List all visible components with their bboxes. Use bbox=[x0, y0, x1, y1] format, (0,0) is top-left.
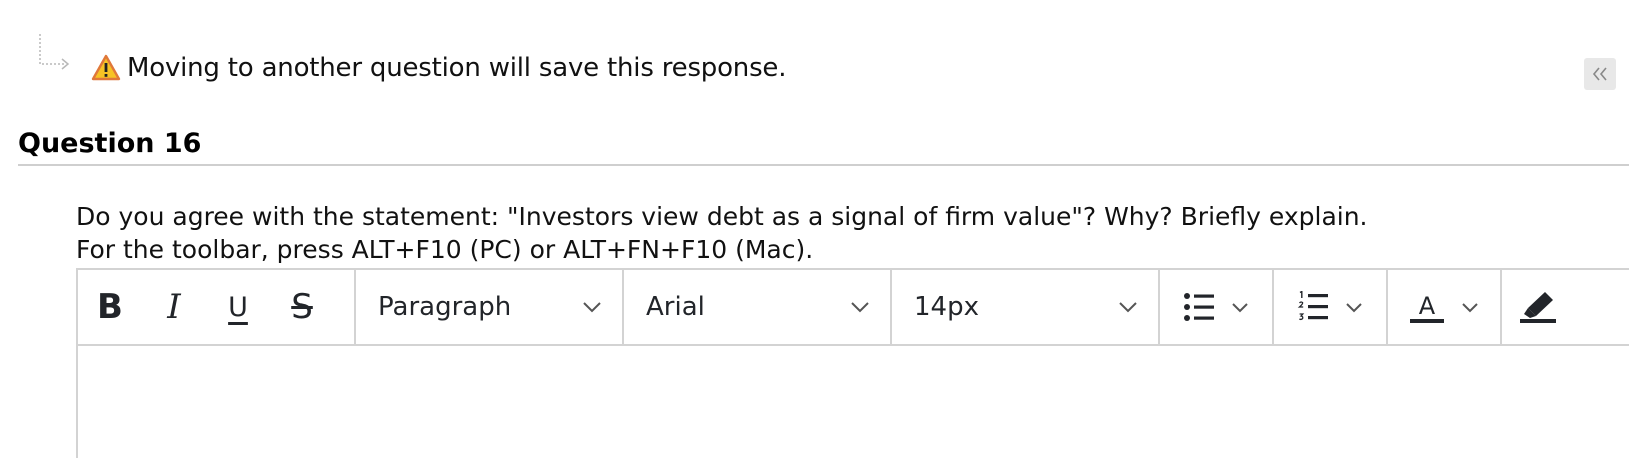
chevron-down-icon bbox=[1346, 302, 1362, 312]
bullet-list-icon bbox=[1184, 293, 1214, 321]
underline-button[interactable]: U bbox=[206, 270, 270, 344]
warning-icon bbox=[91, 54, 121, 81]
highlight-marker-icon bbox=[1520, 292, 1556, 323]
text-color-glyph: A bbox=[1419, 292, 1436, 320]
chevron-down-icon bbox=[851, 302, 869, 313]
question-text: Do you agree with the statement: "Invest… bbox=[76, 202, 1368, 231]
rich-text-editor: B I U S Paragraph Arial 14px A bbox=[76, 268, 1629, 458]
numbered-list-button[interactable] bbox=[1274, 270, 1388, 344]
chevron-down-icon bbox=[583, 302, 601, 313]
save-notice-text: Moving to another question will save thi… bbox=[127, 53, 787, 83]
bold-button[interactable]: B bbox=[78, 270, 142, 344]
toolbar-hint: For the toolbar, press ALT+F10 (PC) or A… bbox=[76, 235, 814, 264]
connector-arrow-icon bbox=[39, 34, 70, 70]
font-size-value: 14px bbox=[914, 292, 979, 322]
chevron-down-icon bbox=[1462, 302, 1478, 312]
italic-button[interactable]: I bbox=[142, 270, 206, 344]
strikethrough-button[interactable]: S bbox=[270, 270, 334, 344]
editor-toolbar: B I U S Paragraph Arial 14px A bbox=[78, 270, 1629, 346]
font-size-select[interactable]: 14px bbox=[892, 270, 1160, 344]
numbered-list-icon bbox=[1297, 291, 1328, 321]
question-header: Question 16 bbox=[18, 128, 1629, 166]
bullet-list-button[interactable] bbox=[1160, 270, 1274, 344]
question-title: Question 16 bbox=[18, 128, 202, 159]
double-chevron-left-icon bbox=[1592, 67, 1607, 81]
font-family-value: Arial bbox=[646, 292, 705, 322]
question-prompt: Do you agree with the statement: "Invest… bbox=[76, 200, 1368, 266]
text-color-button[interactable]: A bbox=[1388, 270, 1502, 344]
chevron-down-icon bbox=[1119, 302, 1137, 313]
editor-text-area[interactable] bbox=[78, 346, 1629, 458]
font-family-select[interactable]: Arial bbox=[624, 270, 892, 344]
paragraph-style-value: Paragraph bbox=[378, 292, 512, 322]
text-color-icon: A bbox=[1410, 292, 1444, 323]
save-notice: Moving to another question will save thi… bbox=[91, 50, 786, 86]
highlight-color-button[interactable] bbox=[1502, 270, 1574, 344]
chevron-down-icon bbox=[1232, 302, 1248, 312]
collapse-panel-button[interactable] bbox=[1584, 58, 1616, 90]
paragraph-style-select[interactable]: Paragraph bbox=[356, 270, 624, 344]
format-buttons: B I U S bbox=[78, 270, 356, 344]
